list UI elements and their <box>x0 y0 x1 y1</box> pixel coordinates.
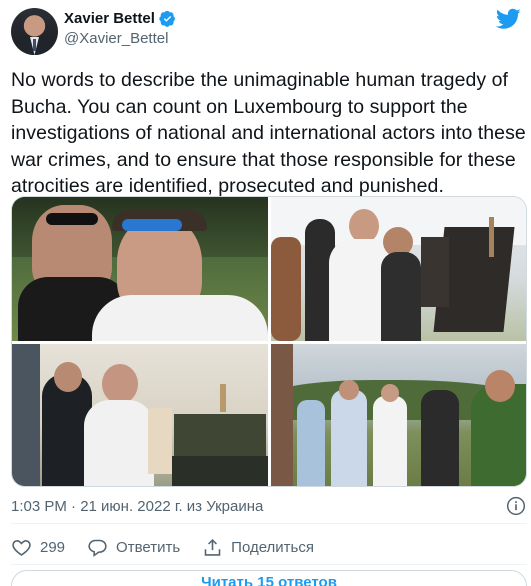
divider <box>11 564 527 565</box>
photo-3[interactable] <box>12 344 268 486</box>
photo-figure <box>54 362 82 392</box>
divider <box>11 523 527 524</box>
photo-figure <box>373 396 407 486</box>
author-name-row[interactable]: Xavier Bettel <box>64 10 176 27</box>
photo-1[interactable] <box>12 197 268 341</box>
photo-figure <box>271 237 301 341</box>
read-replies-button[interactable]: Читать 15 ответов <box>11 570 527 586</box>
speech-bubble-icon <box>88 539 107 557</box>
tweet-header: Xavier Bettel @Xavier_Bettel <box>11 8 521 56</box>
like-button[interactable]: 299 <box>11 537 65 558</box>
reply-label: Ответить <box>116 538 181 556</box>
photo-4[interactable] <box>271 344 526 486</box>
photo-figure <box>122 219 182 231</box>
photo-figure <box>381 252 421 341</box>
like-count: 299 <box>40 538 66 556</box>
twitter-bird-icon[interactable] <box>496 8 521 30</box>
photo-figure <box>489 217 494 257</box>
photo-figure <box>485 370 515 402</box>
tweet-text: No words to describe the unimaginable hu… <box>11 69 526 197</box>
avatar[interactable] <box>11 8 58 55</box>
share-button[interactable]: Поделиться <box>202 537 314 558</box>
verified-badge-icon <box>159 10 175 27</box>
photo-figure <box>12 344 40 486</box>
photo-figure <box>172 456 268 486</box>
photo-figure <box>421 390 459 486</box>
photo-figure <box>46 213 98 225</box>
photo-figure <box>102 364 138 404</box>
photo-figure <box>92 295 268 341</box>
author-handle[interactable]: @Xavier_Bettel <box>64 30 168 47</box>
photo-figure <box>331 390 367 486</box>
photo-2[interactable] <box>271 197 526 341</box>
photo-figure <box>84 400 154 486</box>
tweet-timestamp[interactable]: 1:03 PM · 21 июн. 2022 г. из Украина <box>11 498 263 515</box>
photo-figure <box>297 400 325 486</box>
photo-figure <box>421 237 449 307</box>
photo-figure <box>381 384 399 402</box>
photo-figure <box>148 408 172 474</box>
author-name[interactable]: Xavier Bettel <box>64 10 155 27</box>
photo-figure <box>339 380 359 400</box>
heart-icon <box>12 539 31 556</box>
share-upload-icon <box>204 538 221 556</box>
tweet-actions: 299 Ответить Поделиться <box>11 532 527 562</box>
avatar-tie <box>33 39 36 51</box>
info-icon[interactable] <box>506 496 526 516</box>
photo-figure <box>349 209 379 243</box>
photo-figure <box>271 344 293 486</box>
media-grid <box>11 196 527 487</box>
photo-figure <box>220 384 226 412</box>
share-label: Поделиться <box>231 538 314 556</box>
reply-button[interactable]: Ответить <box>87 537 180 558</box>
